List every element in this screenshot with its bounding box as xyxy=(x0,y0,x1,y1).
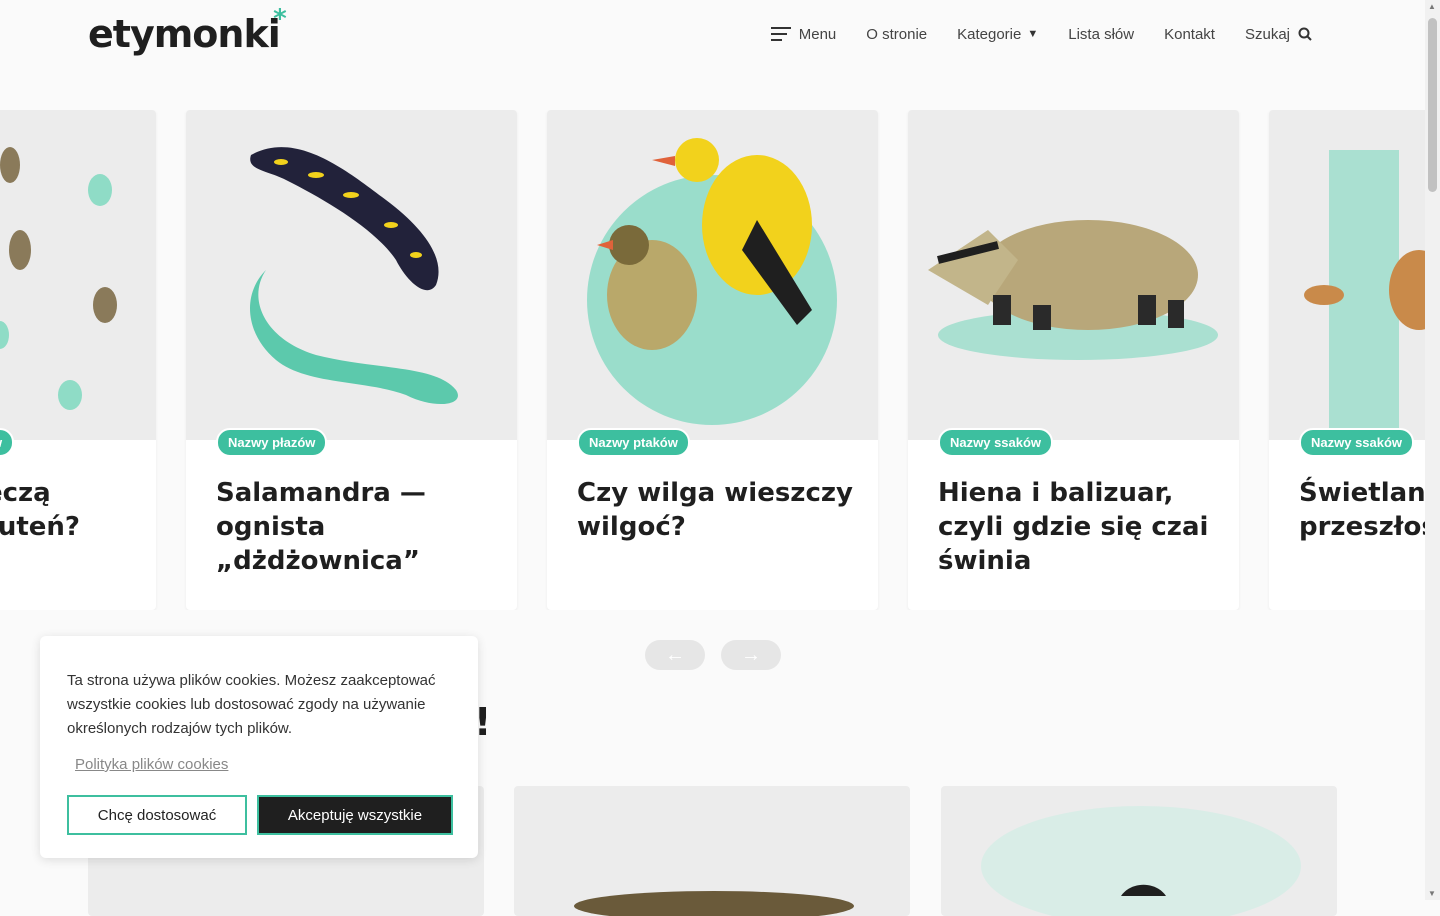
card-image xyxy=(1269,110,1425,440)
nav-about[interactable]: O stronie xyxy=(851,26,942,43)
article-card[interactable]: Nazwy ptaków Czy wilga wieszczy wilgoć? xyxy=(547,110,878,610)
article-card[interactable]: Nazwy ssaków Świetlana przeszłość xyxy=(1269,110,1425,610)
search-label: Szukaj xyxy=(1244,25,1290,43)
card-title[interactable]: Świetlana przeszłość xyxy=(1299,476,1425,544)
scroll-down-icon[interactable]: ▼ xyxy=(1428,889,1436,898)
logo-text: etymonki xyxy=(88,12,281,56)
accept-all-cookies-button[interactable]: Akceptuję wszystkie xyxy=(257,795,453,835)
card-title[interactable]: Czy wilga wieszczy wilgoć? xyxy=(577,476,857,544)
page-scrollbar[interactable]: ▲ ▼ xyxy=(1425,0,1440,900)
nav-categories[interactable]: Kategorie ▼ xyxy=(942,26,1053,43)
card-title[interactable]: Hiena i balizuar, czyli gdzie się czai ś… xyxy=(938,476,1218,578)
menu-label: Menu xyxy=(798,25,837,43)
card-image xyxy=(0,110,156,440)
site-logo[interactable]: etymonki * xyxy=(88,4,287,56)
article-card[interactable]: Nazwy płazów Salamandra — ognista „dżdżo… xyxy=(186,110,517,610)
oriole-illustration xyxy=(587,138,837,425)
article-card[interactable]: w ęczą ruteń? xyxy=(0,110,156,610)
cookie-policy-link[interactable]: Polityka plików cookies xyxy=(75,756,228,773)
lynx-illustration xyxy=(1304,150,1425,440)
scroll-up-icon[interactable]: ▲ xyxy=(1428,2,1436,11)
card-image xyxy=(981,806,1301,916)
site-header: etymonki * Menu O stronie Kategorie ▼ Lis… xyxy=(0,0,1425,70)
search-icon xyxy=(1298,27,1312,41)
chevron-down-icon: ▼ xyxy=(1027,28,1039,40)
category-tag[interactable]: Nazwy ssaków xyxy=(938,428,1054,457)
cookie-banner: Ta strona używa plików cookies. Możesz z… xyxy=(40,636,478,858)
salamander-illustration xyxy=(249,147,458,405)
category-tag[interactable]: Nazwy płazów xyxy=(216,428,328,457)
card-image xyxy=(574,891,854,916)
carousel-controls: ← → xyxy=(645,640,781,670)
card-image xyxy=(547,110,878,440)
article-card[interactable]: Nazwy ssaków Hiena i balizuar, czyli gdz… xyxy=(908,110,1239,610)
menu-button[interactable]: Menu xyxy=(756,23,852,45)
carousel-prev-button[interactable]: ← xyxy=(645,640,705,670)
nav-word-list[interactable]: Lista słów xyxy=(1053,26,1149,43)
card-title[interactable]: ęczą ruteń? xyxy=(0,476,156,544)
cookie-text: Ta strona używa plików cookies. Możesz z… xyxy=(67,672,436,737)
lower-article-card[interactable] xyxy=(941,786,1337,916)
hamburger-icon xyxy=(770,23,791,45)
carousel-next-button[interactable]: → xyxy=(721,640,781,670)
logo-asterisk-icon: * xyxy=(273,4,287,34)
card-image xyxy=(186,110,517,440)
card-title[interactable]: Salamandra — ognista „dżdżownica” xyxy=(216,476,496,578)
badger-illustration xyxy=(928,220,1218,360)
main-nav: Menu O stronie Kategorie ▼ Lista słów Ko… xyxy=(756,23,1327,45)
category-tag[interactable]: Nazwy ssaków xyxy=(1299,428,1415,457)
lower-article-card[interactable] xyxy=(514,786,910,916)
customize-cookies-button[interactable]: Chcę dostosować xyxy=(67,795,247,835)
category-tag[interactable]: Nazwy ptaków xyxy=(577,428,690,457)
article-carousel: w ęczą ruteń? Nazwy płazów Salamandra — … xyxy=(0,110,1425,610)
nav-categories-label: Kategorie xyxy=(957,25,1022,43)
card-image xyxy=(908,110,1239,440)
nav-contact[interactable]: Kontakt xyxy=(1149,26,1230,43)
scrollbar-thumb[interactable] xyxy=(1428,18,1437,192)
insects-illustration xyxy=(0,147,117,410)
search-button[interactable]: Szukaj xyxy=(1230,26,1327,43)
